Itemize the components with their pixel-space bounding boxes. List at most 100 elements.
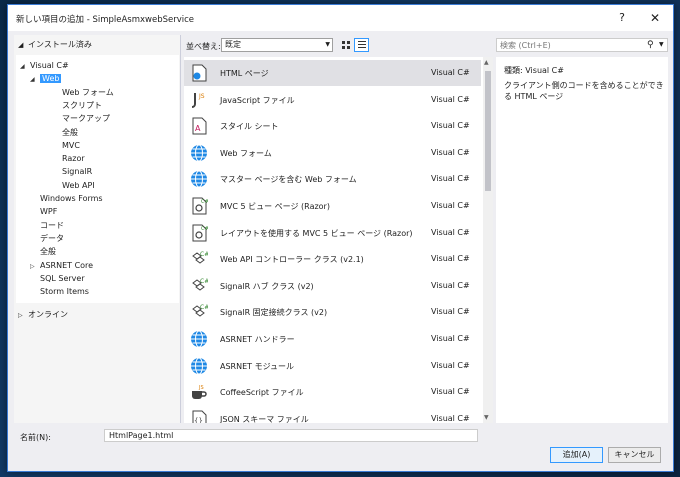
tree-item-label: Visual C# bbox=[30, 61, 69, 70]
tree-item[interactable]: データ bbox=[30, 232, 64, 245]
coffee-icon: JS bbox=[190, 383, 208, 401]
tree-item[interactable]: Windows Forms bbox=[30, 192, 103, 205]
online-node[interactable]: ▷ オンライン bbox=[18, 309, 68, 323]
tree-item-label: 全般 bbox=[62, 127, 78, 137]
tree-item[interactable]: ◢ Web bbox=[30, 72, 62, 86]
template-row[interactable]: C# SignalR 固定接続クラス (v2) Visual C# bbox=[184, 299, 481, 325]
tree-item[interactable]: ▷ ASRNET Core bbox=[30, 259, 93, 272]
template-language: Visual C# bbox=[431, 94, 470, 104]
svg-text:JS: JS bbox=[198, 93, 205, 100]
template-name: JavaScript ファイル bbox=[220, 95, 295, 105]
tree-item[interactable]: スクリプト bbox=[62, 99, 102, 112]
template-name: CoffeeScript ファイル bbox=[220, 388, 304, 398]
template-name: Web フォーム bbox=[220, 148, 272, 158]
globe-icon bbox=[190, 170, 208, 188]
template-row[interactable]: C# Web API コントローラー クラス (v2.1) Visual C# bbox=[184, 246, 481, 272]
scroll-up-icon[interactable]: ▲ bbox=[484, 59, 489, 66]
svg-text:A: A bbox=[195, 124, 201, 133]
template-name: JSON スキーマ ファイル bbox=[220, 414, 309, 423]
stylesheet-icon: A bbox=[190, 117, 208, 135]
tree-item[interactable]: Storm Items bbox=[30, 285, 89, 298]
template-row[interactable]: ASRNET ハンドラー Visual C# bbox=[184, 326, 481, 352]
razor-page-icon: C# bbox=[190, 197, 209, 215]
template-row[interactable]: C# MVC 5 ビュー ページ (Razor) Visual C# bbox=[184, 193, 481, 219]
tree-item[interactable]: SQL Server bbox=[30, 272, 85, 285]
tree-item[interactable]: 全般 bbox=[62, 126, 78, 139]
search-input[interactable] bbox=[500, 40, 640, 51]
tree-item[interactable]: Web フォーム bbox=[62, 86, 114, 99]
collapsed-triangle-icon[interactable]: ▷ bbox=[30, 260, 40, 273]
collapsed-triangle-icon: ▷ bbox=[18, 312, 23, 319]
tree-item-label: MVC bbox=[62, 140, 80, 150]
tree-item-label: 全般 bbox=[40, 247, 56, 257]
template-list-scrollbar[interactable]: ▲ ▼ bbox=[483, 57, 493, 423]
template-list: HTML ページ Visual C# JS JavaScript ファイル Visual… bbox=[184, 57, 493, 423]
cancel-button[interactable]: キャンセル bbox=[608, 447, 661, 463]
tree-item[interactable]: SignalR bbox=[62, 165, 92, 178]
tree-item[interactable]: ◢ Visual C# bbox=[20, 59, 69, 72]
template-name: スタイル シート bbox=[220, 122, 279, 132]
template-name: Web API コントローラー クラス (v2.1) bbox=[220, 255, 364, 265]
list-view-icon bbox=[357, 41, 366, 49]
template-row[interactable]: A スタイル シート Visual C# bbox=[184, 113, 481, 139]
installed-header[interactable]: ◢ インストール済み bbox=[18, 39, 92, 53]
scrollbar-thumb[interactable] bbox=[485, 71, 491, 191]
search-box[interactable]: ⚲ ▼ bbox=[496, 38, 668, 52]
tree-item-label: スクリプト bbox=[62, 100, 102, 110]
template-language: Visual C# bbox=[431, 201, 470, 210]
template-row[interactable]: HTML ページ Visual C# bbox=[184, 60, 481, 86]
template-row[interactable]: {} JSON スキーマ ファイル Visual C# bbox=[184, 406, 481, 423]
globe-icon bbox=[190, 144, 208, 162]
template-language: Visual C# bbox=[431, 227, 470, 237]
name-label: 名前(N): bbox=[20, 433, 51, 442]
tree-item[interactable]: 全般 bbox=[30, 245, 56, 258]
template-row[interactable]: マスター ページを含む Web フォーム Visual C# bbox=[184, 166, 481, 192]
tree-item[interactable]: Web API bbox=[62, 179, 95, 192]
template-language: Visual C# bbox=[431, 360, 470, 370]
sort-dropdown[interactable]: 既定 ▼ bbox=[221, 38, 333, 52]
tree-item[interactable]: WPF bbox=[30, 205, 57, 218]
expanded-triangle-icon[interactable]: ◢ bbox=[30, 73, 40, 86]
search-dropdown-icon[interactable]: ▼ bbox=[659, 41, 664, 48]
tree-item[interactable]: Razor bbox=[62, 152, 85, 165]
template-row[interactable]: JS CoffeeScript ファイル Visual C# bbox=[184, 379, 481, 405]
svg-text:JS: JS bbox=[198, 385, 204, 391]
small-icons-view-button[interactable] bbox=[338, 38, 353, 52]
category-pane: ◢ インストール済み ◢ Visual C# ◢ Web Web フォーム スクリプト マーク… bbox=[14, 35, 181, 423]
tree-item-label: WPF bbox=[40, 207, 58, 217]
help-button[interactable]: ? bbox=[612, 10, 632, 26]
search-icon[interactable]: ⚲ bbox=[647, 40, 654, 50]
template-row[interactable]: C# レイアウトを使用する MVC 5 ビュー ページ (Razor) Visual… bbox=[184, 220, 481, 246]
template-row[interactable]: C# SignalR ハブ クラス (v2) Visual C# bbox=[184, 273, 481, 299]
dropdown-arrow-icon: ▼ bbox=[325, 41, 330, 48]
close-button[interactable]: ✕ bbox=[645, 10, 665, 26]
tree-item-label: データ bbox=[40, 233, 64, 243]
template-name: SignalR ハブ クラス (v2) bbox=[220, 281, 314, 291]
template-row[interactable]: ASRNET モジュール Visual C# bbox=[184, 353, 481, 379]
template-language: Visual C# bbox=[431, 68, 470, 77]
tree-item[interactable]: MVC bbox=[62, 139, 80, 152]
svg-text:C#: C# bbox=[200, 251, 208, 258]
tree-item-label: Web フォーム bbox=[62, 87, 114, 97]
csharp-class-icon: C# bbox=[190, 303, 209, 321]
add-button[interactable]: 追加(A) bbox=[550, 447, 603, 463]
title-bar: 新しい項目の追加 - SimpleAsmxwebService ? ✕ bbox=[8, 5, 673, 31]
tree-item[interactable]: コード bbox=[30, 219, 64, 232]
svg-text:{}: {} bbox=[194, 417, 203, 423]
type-label: 種類: bbox=[504, 66, 523, 75]
sort-value: 既定 bbox=[225, 40, 241, 49]
template-language: Visual C# bbox=[431, 254, 470, 264]
template-row[interactable]: Web フォーム Visual C# bbox=[184, 140, 481, 166]
csharp-class-icon: C# bbox=[190, 250, 209, 268]
template-language: Visual C# bbox=[431, 387, 470, 397]
template-row[interactable]: JS JavaScript ファイル Visual C# bbox=[184, 87, 481, 113]
expanded-triangle-icon[interactable]: ◢ bbox=[20, 60, 30, 73]
scroll-down-icon[interactable]: ▼ bbox=[484, 414, 489, 421]
template-description: クライアント側のコードを含めることができる HTML ページ bbox=[504, 81, 664, 101]
name-input[interactable] bbox=[104, 429, 478, 442]
globe-icon bbox=[190, 330, 208, 348]
tree-item[interactable]: マークアップ bbox=[62, 112, 110, 125]
template-language: Visual C# bbox=[431, 147, 470, 157]
list-view-button[interactable] bbox=[354, 38, 369, 52]
tree-item-label: ASRNET Core bbox=[40, 260, 94, 270]
